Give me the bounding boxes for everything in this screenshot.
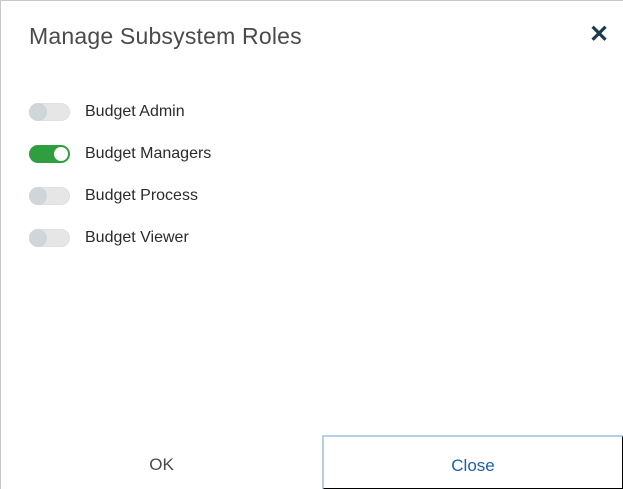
role-label[interactable]: Budget Managers <box>85 145 211 163</box>
role-toggle-budget-managers[interactable] <box>29 145 70 163</box>
role-label[interactable]: Budget Process <box>85 187 198 205</box>
close-button[interactable]: Close <box>322 435 623 489</box>
role-toggle-budget-viewer[interactable] <box>29 229 70 247</box>
role-row-budget-viewer: Budget Viewer <box>29 217 211 259</box>
role-label[interactable]: Budget Admin <box>85 103 185 121</box>
toggle-knob <box>29 103 47 121</box>
ok-button[interactable]: OK <box>1 435 322 489</box>
toggle-knob <box>29 187 47 205</box>
close-icon[interactable]: ✕ <box>587 23 611 47</box>
role-row-budget-admin: Budget Admin <box>29 91 211 133</box>
role-label[interactable]: Budget Viewer <box>85 229 189 247</box>
toggle-knob <box>29 229 47 247</box>
role-row-budget-managers: Budget Managers <box>29 133 211 175</box>
dialog-title: Manage Subsystem Roles <box>29 23 302 49</box>
role-toggle-budget-admin[interactable] <box>29 103 70 121</box>
dialog-footer: OK Close <box>1 435 623 489</box>
manage-roles-dialog: Manage Subsystem Roles ✕ Budget Admin Bu… <box>0 0 623 489</box>
role-row-budget-process: Budget Process <box>29 175 211 217</box>
roles-list: Budget Admin Budget Managers Budget Proc… <box>29 91 211 259</box>
role-toggle-budget-process[interactable] <box>29 187 70 205</box>
toggle-knob <box>54 147 68 161</box>
